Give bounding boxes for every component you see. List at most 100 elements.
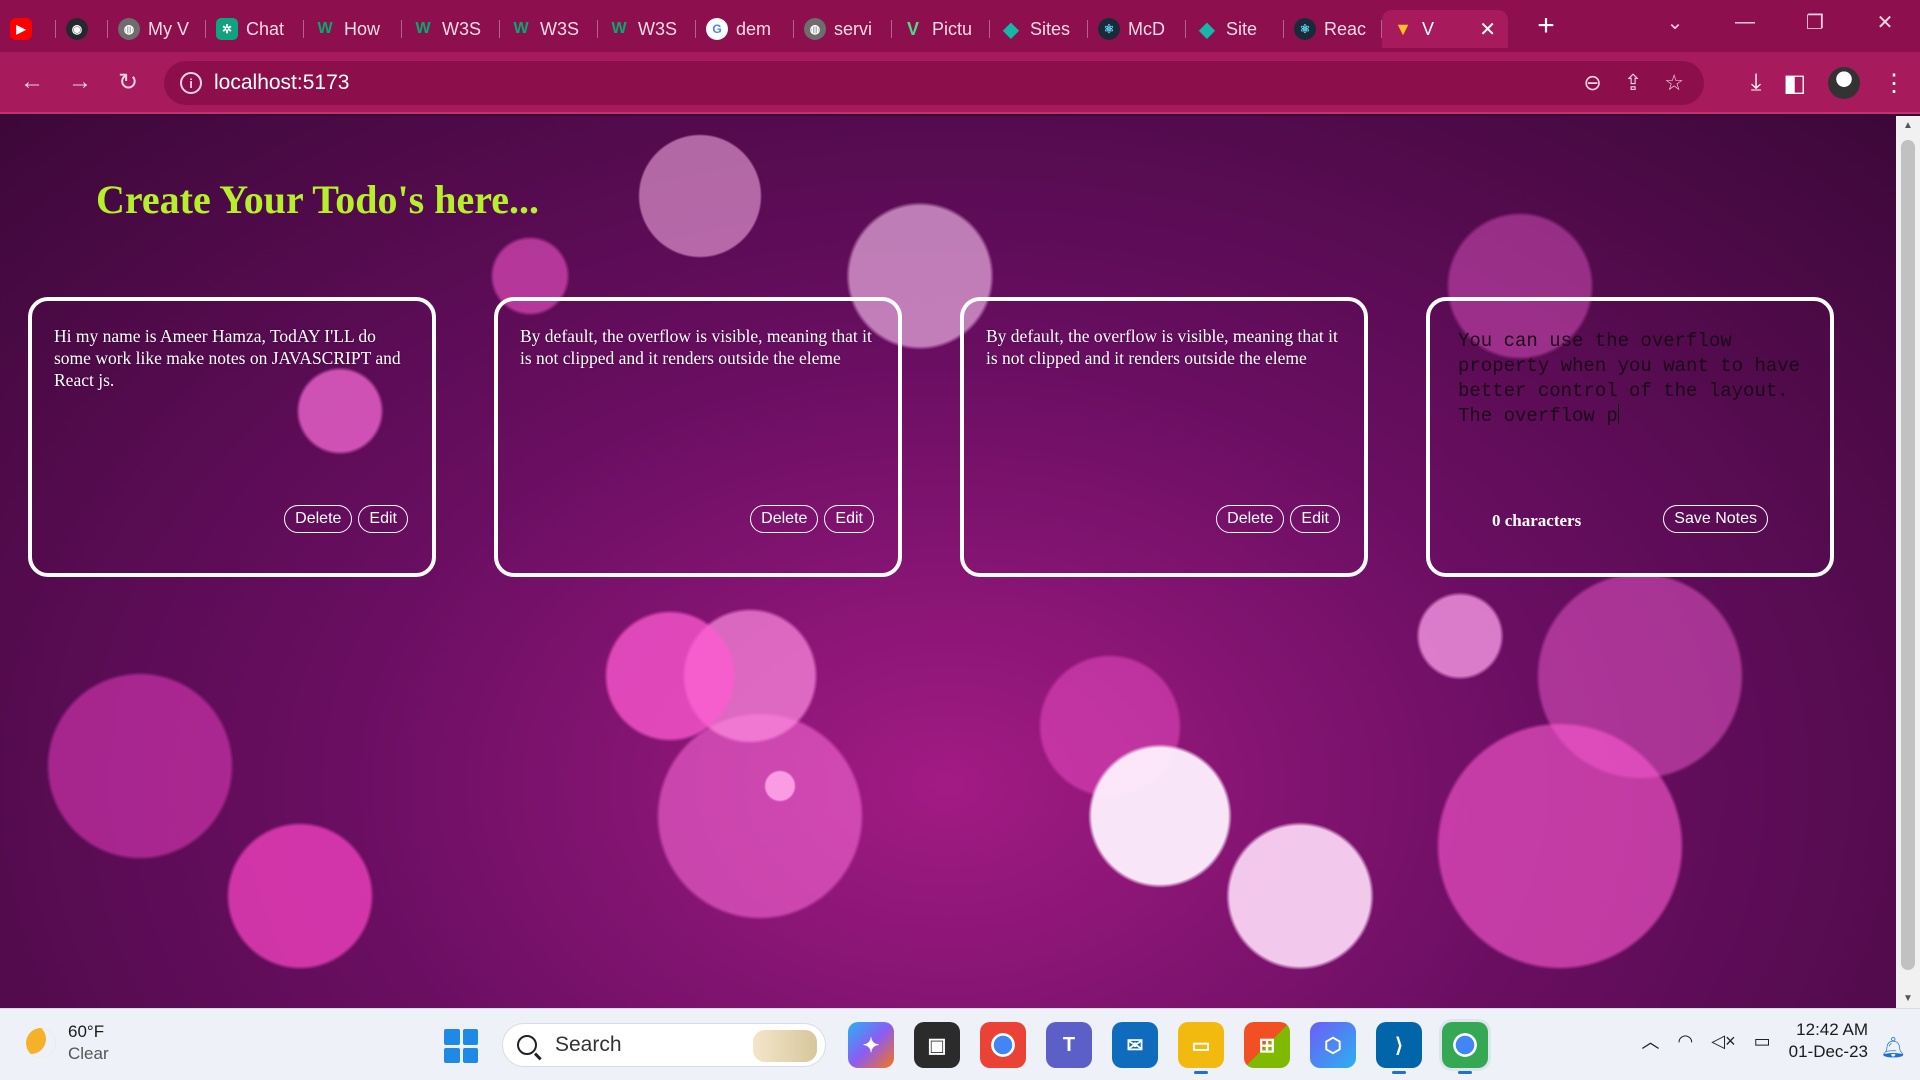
youtube-icon: ▶	[10, 18, 32, 40]
tab-4[interactable]: W How	[304, 10, 402, 48]
delete-button[interactable]: Delete	[750, 505, 819, 533]
minimize-icon[interactable]: —	[1710, 11, 1780, 34]
tab-10[interactable]: V Pictu	[892, 10, 990, 48]
chrome-profile-icon[interactable]	[1442, 1022, 1488, 1074]
vscode-icon[interactable]: ⟩	[1376, 1022, 1422, 1074]
globe-icon: ◍	[118, 18, 140, 40]
note-card: By default, the overflow is visible, mea…	[960, 297, 1368, 577]
edit-button[interactable]: Edit	[824, 505, 874, 533]
tab-12[interactable]: ⚛ McD	[1088, 10, 1186, 48]
copilot-icon[interactable]: ⬡	[1310, 1022, 1356, 1068]
tab-2[interactable]: ◍ My V	[108, 10, 206, 48]
copilot-pre-icon[interactable]: ✦	[848, 1022, 894, 1068]
menu-kebab-icon[interactable]: ⋮	[1882, 69, 1906, 98]
wifi-icon[interactable]: ◠	[1678, 1031, 1694, 1052]
side-panel-icon[interactable]: ◧	[1783, 69, 1806, 98]
profile-avatar[interactable]	[1828, 67, 1860, 99]
tab-label: Sites	[1030, 18, 1071, 39]
tab-9[interactable]: ◍ servi	[794, 10, 892, 48]
text-cursor	[1617, 404, 1619, 424]
file-explorer-icon[interactable]: ▭	[1178, 1022, 1224, 1074]
windows-start-icon[interactable]	[444, 1029, 478, 1063]
window-controls: ⌄ — ❐ ✕	[1640, 0, 1920, 44]
page-scrollbar[interactable]: ▲ ▼	[1896, 116, 1920, 1008]
chrome-icon[interactable]	[980, 1022, 1026, 1068]
chatgpt-icon: ✲	[216, 18, 238, 40]
close-window-icon[interactable]: ✕	[1850, 10, 1920, 35]
edit-button[interactable]: Edit	[1290, 505, 1340, 533]
close-tab-icon[interactable]: ✕	[1473, 17, 1502, 42]
tab-label: W3S	[442, 18, 482, 39]
volume-muted-icon[interactable]: ◁×	[1711, 1031, 1735, 1052]
microsoft-store-icon[interactable]: ⊞	[1244, 1022, 1290, 1068]
tab-8[interactable]: G dem	[696, 10, 794, 48]
tab-search-icon[interactable]: ⌄	[1640, 10, 1710, 35]
url-text: localhost:5173	[214, 71, 350, 94]
tab-14[interactable]: ⚛ Reac	[1284, 10, 1382, 48]
w3schools-icon: W	[513, 20, 529, 37]
delete-button[interactable]: Delete	[1216, 505, 1285, 533]
globe-icon: ◍	[804, 18, 826, 40]
share-icon[interactable]: ⇪	[1624, 70, 1642, 96]
page-title: Create Your Todo's here...	[96, 177, 539, 222]
note-textarea-value: You can use the overflow property when y…	[1458, 330, 1801, 427]
reload-icon[interactable]: ↻	[104, 68, 152, 97]
diamond-icon: ◆	[1199, 18, 1215, 41]
chevron-up-icon[interactable]: ︿	[1642, 1028, 1660, 1054]
tab-3[interactable]: ✲ Chat	[206, 10, 304, 48]
tab-label: McD	[1128, 18, 1165, 39]
download-icon[interactable]: ⤓	[1751, 69, 1762, 97]
tab-5[interactable]: W W3S	[402, 10, 500, 48]
notification-bell-icon[interactable]: 🔔︎	[1881, 1035, 1906, 1060]
taskbar-search[interactable]: Search	[502, 1023, 826, 1067]
delete-button[interactable]: Delete	[284, 505, 353, 533]
tab-label: Chat	[246, 18, 285, 39]
address-bar[interactable]: i localhost:5173 ⊖ ⇪ ☆	[164, 61, 1704, 105]
tab-active[interactable]: ▼ V ✕	[1382, 10, 1508, 48]
google-icon: G	[706, 18, 728, 40]
new-tab-button[interactable]: +	[1526, 9, 1566, 43]
tab-label: My V	[148, 18, 190, 39]
battery-icon[interactable]: ▭	[1754, 1031, 1771, 1052]
tab-13[interactable]: ◆ Site	[1186, 10, 1284, 48]
forward-icon[interactable]: →	[56, 68, 104, 96]
scroll-down-icon[interactable]: ▼	[1896, 993, 1920, 1004]
tab-6[interactable]: W W3S	[500, 10, 598, 48]
tab-label: V	[1422, 18, 1435, 39]
weather-desc: Clear	[68, 1044, 109, 1063]
tab-github[interactable]: ◉	[56, 10, 108, 48]
tab-label: Reac	[1324, 18, 1367, 39]
weather-widget[interactable]: 60°F Clear	[26, 1021, 109, 1065]
scrollbar-thumb[interactable]	[1901, 140, 1915, 970]
teams-icon[interactable]: T	[1046, 1022, 1092, 1068]
restore-icon[interactable]: ❐	[1780, 10, 1850, 35]
task-view-icon[interactable]: ▣	[914, 1022, 960, 1068]
edit-button[interactable]: Edit	[358, 505, 408, 533]
save-notes-button[interactable]: Save Notes	[1663, 505, 1768, 533]
scroll-up-icon[interactable]: ▲	[1896, 120, 1920, 131]
site-info-icon[interactable]: i	[180, 72, 202, 94]
tab-11[interactable]: ◆ Sites	[990, 10, 1088, 48]
system-tray: ︿ ◠ ◁× ▭ 12:42 AM 01-Dec-23	[1642, 1019, 1868, 1063]
zoom-icon[interactable]: ⊖	[1583, 70, 1601, 96]
tab-youtube[interactable]: ▶	[0, 10, 56, 48]
w3schools-icon: W	[415, 20, 431, 37]
search-label: Search	[555, 1033, 622, 1056]
w3schools-icon: W	[317, 20, 333, 37]
note-card: By default, the overflow is visible, mea…	[494, 297, 902, 577]
note-textarea[interactable]: You can use the overflow property when y…	[1452, 325, 1808, 429]
github-icon: ◉	[66, 18, 88, 40]
note-card: Hi my name is Ameer Hamza, TodAY I'LL do…	[28, 297, 436, 577]
tab-label: Pictu	[932, 18, 973, 39]
tab-7[interactable]: W W3S	[598, 10, 696, 48]
clock-date: 01-Dec-23	[1788, 1042, 1868, 1061]
react-icon: ⚛	[1098, 18, 1120, 40]
clock[interactable]: 12:42 AM 01-Dec-23	[1789, 1019, 1868, 1063]
note-editor-card: You can use the overflow property when y…	[1426, 297, 1834, 577]
tab-label: W3S	[540, 18, 580, 39]
back-icon[interactable]: ←	[8, 68, 56, 96]
w3schools-icon: W	[611, 20, 627, 37]
mail-icon[interactable]: ✉	[1112, 1022, 1158, 1068]
bookmark-star-icon[interactable]: ☆	[1664, 70, 1684, 96]
vite-icon: ▼	[1394, 18, 1412, 39]
